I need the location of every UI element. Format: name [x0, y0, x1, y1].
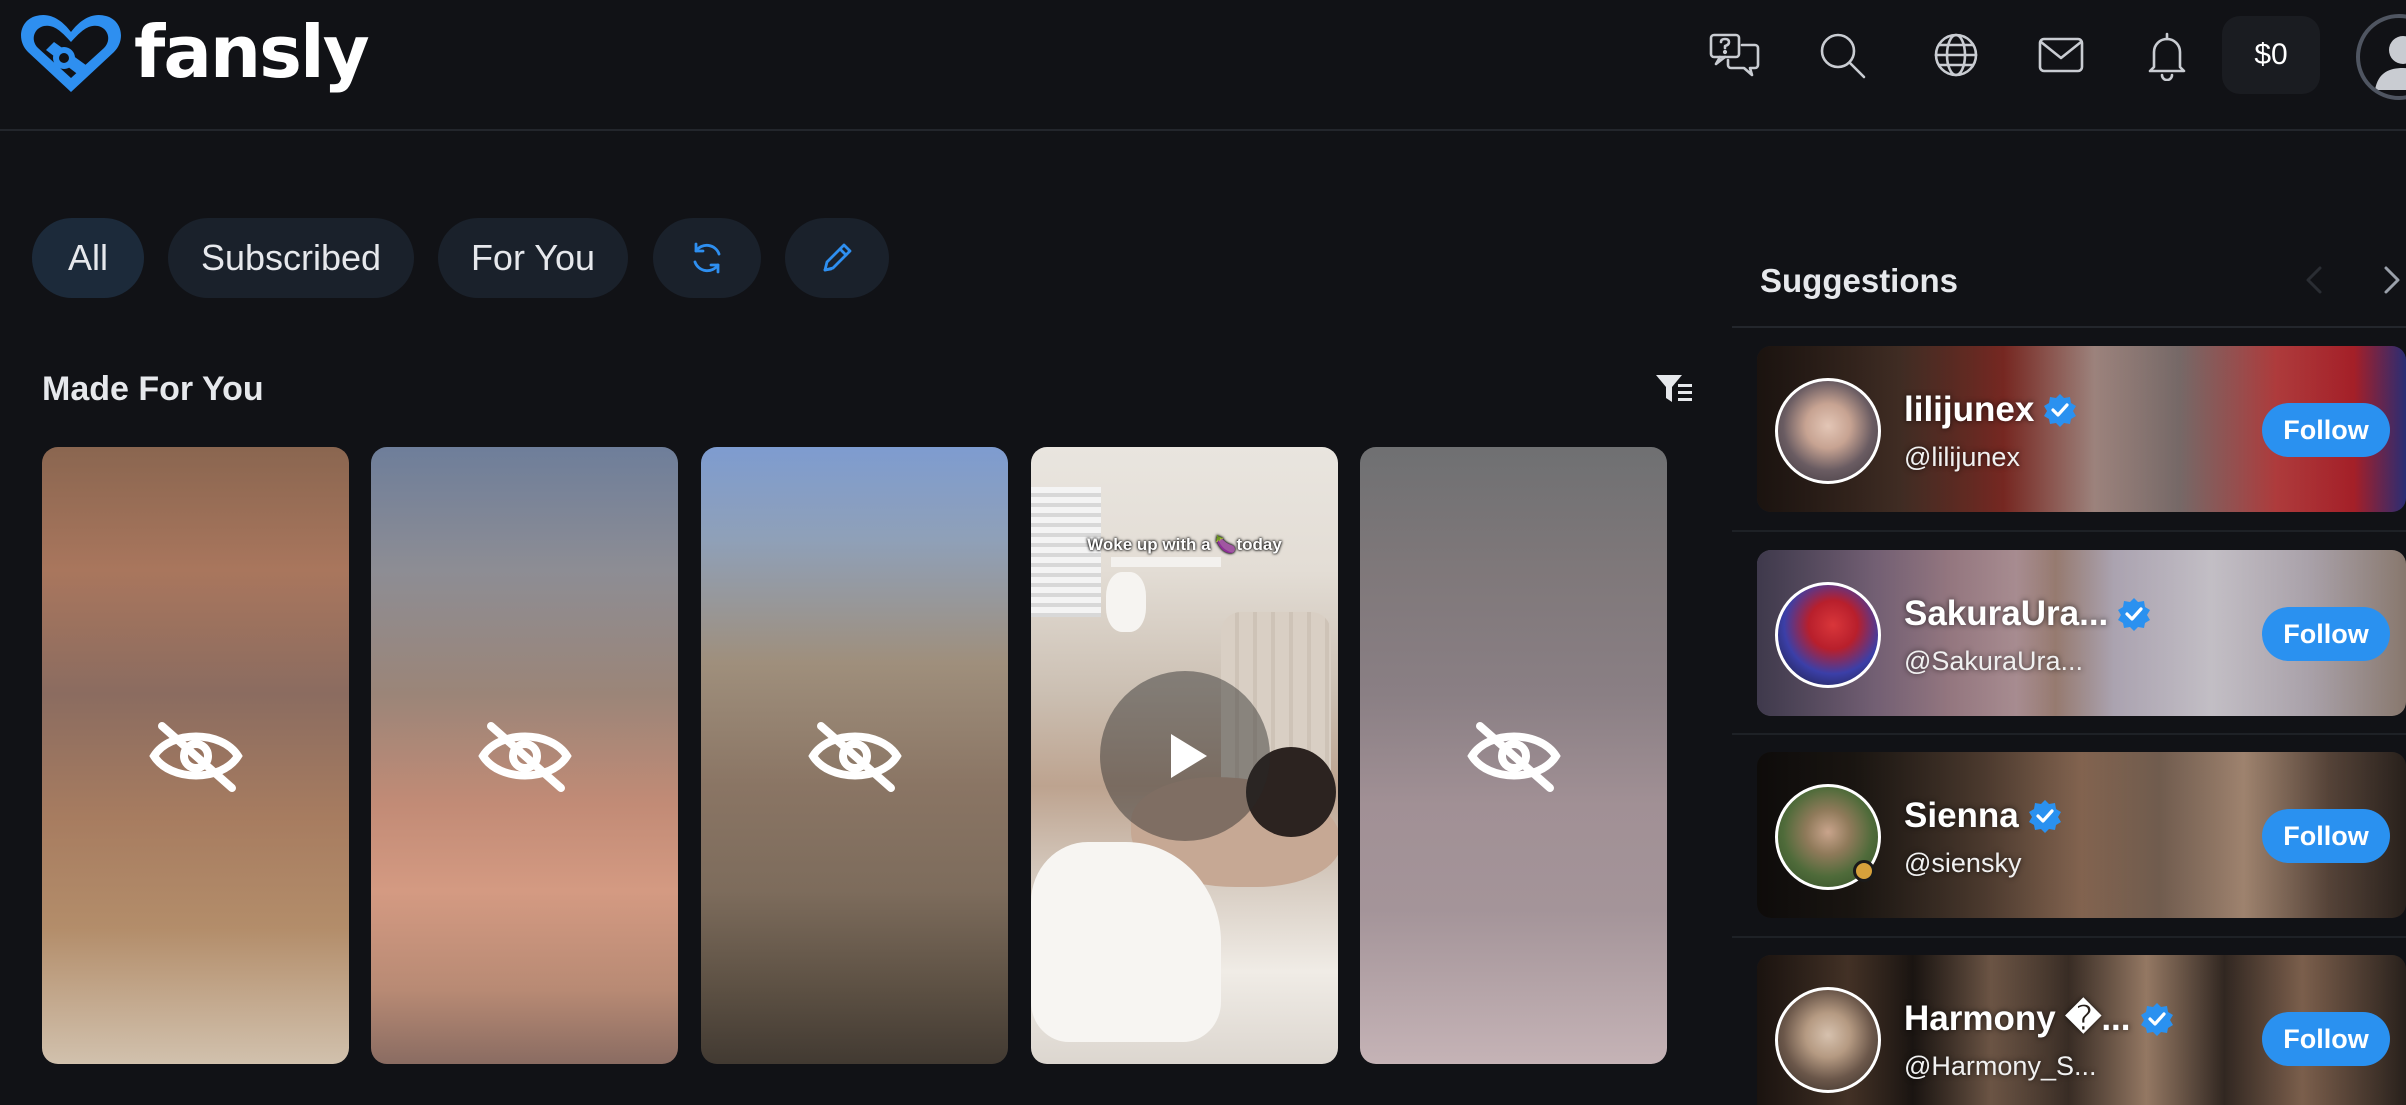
suggestion-name-text: SakuraUra...	[1904, 594, 2109, 633]
app-root: fansly $0 All Subscribed For You Made Fo…	[0, 0, 2406, 1105]
hidden-content-icon	[807, 721, 902, 792]
follow-button[interactable]: Follow	[2262, 607, 2390, 661]
suggestion-name[interactable]: lilijunex	[1904, 390, 2078, 430]
online-status-badge	[1853, 860, 1875, 882]
tab-for-you[interactable]: For You	[438, 218, 628, 298]
top-header: fansly $0	[0, 0, 2406, 131]
suggestion-name[interactable]: SakuraUra...	[1904, 594, 2152, 634]
video-thumbnail-blanket	[1031, 842, 1221, 1042]
verified-badge-icon	[2118, 598, 2151, 631]
suggestion-card[interactable]: SakuraUra... @SakuraUra... Follow	[1757, 550, 2406, 716]
suggestions-title: Suggestions	[1760, 262, 1959, 299]
video-caption: Woke up with a 🍆today	[1087, 535, 1282, 554]
verified-badge-icon	[2140, 1003, 2173, 1036]
content-card[interactable]	[371, 447, 678, 1064]
suggestion-separator	[1732, 733, 2406, 735]
suggestion-card[interactable]: Harmony �... @Harmony_S... Follow	[1757, 955, 2406, 1105]
follow-button[interactable]: Follow	[2262, 403, 2390, 457]
verified-badge-icon	[2028, 800, 2061, 833]
suggestions-divider	[1732, 326, 2406, 328]
suggestions-prev-button[interactable]	[2300, 262, 2330, 298]
wallet-balance-button[interactable]: $0	[2222, 16, 2320, 94]
brand-name: fansly	[134, 10, 370, 94]
fansly-logo[interactable]: fansly	[18, 10, 370, 98]
chevron-left-icon	[2306, 266, 2322, 294]
content-card[interactable]	[42, 447, 349, 1064]
mail-icon[interactable]	[2030, 26, 2092, 84]
hidden-content-icon	[477, 721, 572, 792]
suggestion-name-text: lilijunex	[1904, 390, 2035, 429]
tab-subscribed[interactable]: Subscribed	[168, 218, 414, 298]
tab-all[interactable]: All	[32, 218, 144, 298]
search-icon[interactable]	[1811, 26, 1873, 84]
hidden-content-icon	[148, 721, 243, 792]
refresh-button[interactable]	[653, 218, 761, 298]
follow-button[interactable]: Follow	[2262, 1012, 2390, 1066]
follow-button[interactable]: Follow	[2262, 809, 2390, 863]
suggestion-card[interactable]: Sienna @siensky Follow	[1757, 752, 2406, 918]
globe-icon[interactable]	[1925, 26, 1987, 84]
fansly-heart-logo-icon	[21, 14, 121, 93]
suggestion-separator	[1732, 530, 2406, 532]
profile-avatar[interactable]	[2356, 14, 2406, 100]
user-icon	[2375, 36, 2406, 90]
suggestion-card[interactable]: lilijunex @lilijunex Follow	[1757, 346, 2406, 512]
hidden-content-icon	[1466, 721, 1561, 792]
suggestion-handle[interactable]: @Harmony_S...	[1904, 1051, 2096, 1082]
avatar[interactable]	[1775, 582, 1881, 688]
suggestions-next-button[interactable]	[2376, 262, 2406, 298]
suggestion-name-text: Sienna	[1904, 796, 2019, 835]
video-card[interactable]: Woke up with a 🍆today	[1031, 447, 1338, 1064]
pencil-icon	[823, 243, 852, 272]
suggestion-handle[interactable]: @siensky	[1904, 848, 2021, 879]
edit-feed-button[interactable]	[785, 218, 889, 298]
verified-badge-icon	[2044, 394, 2077, 427]
avatar[interactable]	[1775, 987, 1881, 1093]
suggestion-handle[interactable]: @lilijunex	[1904, 442, 2020, 473]
play-icon	[1170, 733, 1207, 778]
video-thumbnail-lamp	[1106, 572, 1146, 632]
video-thumbnail-shelf	[1111, 557, 1221, 567]
chevron-right-icon	[2384, 266, 2400, 294]
refresh-icon	[693, 242, 721, 274]
suggestion-name[interactable]: Harmony �...	[1904, 999, 2175, 1039]
suggestion-separator	[1732, 936, 2406, 938]
faq-chat-icon[interactable]	[1703, 26, 1765, 84]
suggestion-name[interactable]: Sienna	[1904, 796, 2063, 836]
play-button[interactable]	[1099, 670, 1270, 841]
bell-icon[interactable]	[2136, 26, 2198, 84]
suggestion-name-text: Harmony �...	[1904, 999, 2131, 1038]
avatar[interactable]	[1775, 378, 1881, 484]
filter-icon[interactable]	[1654, 372, 1694, 406]
content-card[interactable]	[701, 447, 1008, 1064]
content-card[interactable]	[1360, 447, 1667, 1064]
section-title: Made For You	[42, 370, 264, 408]
suggestion-handle[interactable]: @SakuraUra...	[1904, 646, 2083, 677]
